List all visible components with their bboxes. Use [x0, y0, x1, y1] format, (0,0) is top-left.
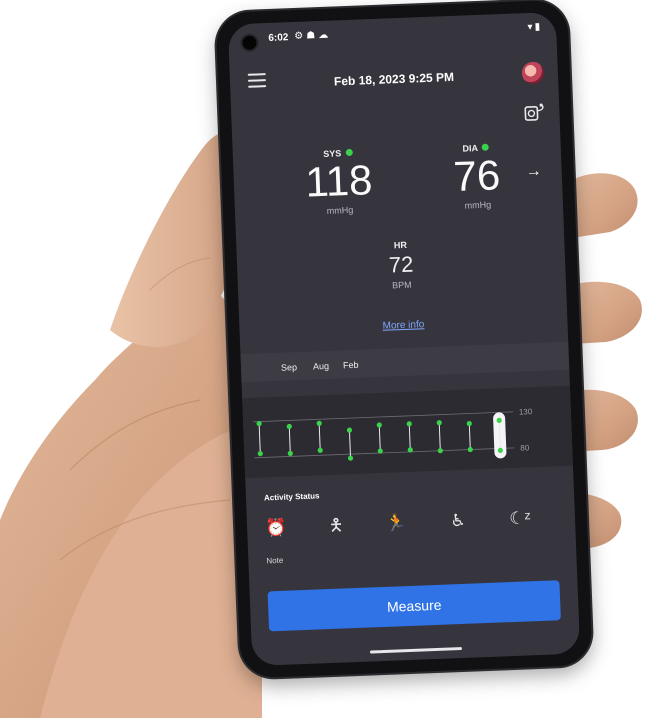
top-app-bar: Feb 18, 2023 9:25 PM — [229, 52, 558, 101]
blood-pressure-monitor-icon[interactable] — [523, 102, 548, 123]
measure-button[interactable]: Measure — [267, 580, 561, 632]
month-label[interactable]: Sep — [281, 362, 297, 373]
axis-label-130: 130 — [519, 407, 533, 417]
battery-icon: ▮ — [534, 21, 543, 33]
system-icons: ▾▮ — [527, 21, 542, 33]
diastolic-point — [317, 447, 323, 453]
standing-person-icon[interactable]: 🯅 — [321, 510, 352, 541]
measurement-datetime: Feb 18, 2023 9:25 PM — [333, 69, 455, 89]
systolic-point — [376, 422, 382, 428]
history-chart: 130 80 — [242, 385, 573, 479]
diastolic-point — [437, 448, 443, 454]
cloud-icon: ☁ — [318, 29, 332, 42]
photo-scene: 6:02 ⚙☗☁ ▾▮ Feb 18, 2023 9:25 PM SYS 118… — [0, 0, 654, 718]
reading-range-line — [468, 423, 471, 450]
more-info-link[interactable]: More info — [239, 314, 567, 338]
sitting-person-icon[interactable]: ♿ — [442, 505, 473, 536]
systolic-point — [466, 420, 472, 427]
running-person-icon[interactable]: 🏃 — [381, 508, 412, 539]
front-camera — [240, 33, 259, 53]
systolic-point — [406, 421, 412, 427]
history-chart-svg: 130 80 — [253, 407, 533, 461]
finger-2 — [572, 281, 642, 344]
diastolic-value: 76 — [452, 151, 502, 200]
arrow-right-icon[interactable]: → — [525, 163, 542, 182]
status-time: 6:02 — [268, 32, 289, 44]
reading-range-line — [408, 423, 411, 450]
alarm-clock-icon[interactable]: ⏰ — [261, 512, 292, 543]
activity-status-title: Activity Status — [263, 491, 320, 503]
systolic-reading: SYS 118 mmHg — [283, 146, 395, 217]
diastolic-reading: DIA 76 mmHg — [421, 141, 533, 212]
reading-range-line — [318, 423, 321, 451]
systolic-point — [346, 427, 353, 433]
status-dot — [345, 148, 353, 157]
diastolic-point — [347, 455, 354, 461]
status-bar: 6:02 ⚙☗☁ ▾▮ — [268, 21, 542, 48]
month-label[interactable]: Feb — [343, 360, 359, 371]
reading-range-line — [438, 422, 441, 451]
activity-status-icons: ⏰ 🯅 🏃 ♿ ☾ᶻ — [255, 502, 568, 544]
home-indicator[interactable] — [369, 647, 462, 654]
reading-range-line — [288, 426, 291, 454]
notification-icons: ⚙☗☁ — [294, 30, 331, 42]
systolic-unit: mmHg — [326, 204, 354, 216]
systolic-point — [316, 420, 322, 426]
status-dot — [481, 143, 490, 151]
note-label[interactable]: Note — [266, 556, 283, 566]
phone-screen: 6:02 ⚙☗☁ ▾▮ Feb 18, 2023 9:25 PM SYS 118… — [227, 11, 581, 667]
axis-label-80: 80 — [520, 443, 530, 452]
finger-1 — [572, 173, 638, 238]
diastolic-point — [257, 451, 263, 457]
heart-rate-reading: HR 72 BPM — [236, 234, 566, 297]
reading-range-line — [378, 424, 381, 452]
month-label[interactable]: Aug — [313, 361, 329, 372]
diastolic-point — [467, 446, 473, 453]
reference-line-130 — [253, 411, 513, 423]
diastolic-unit: mmHg — [464, 199, 492, 211]
reference-line-80 — [254, 447, 515, 459]
diastolic-point — [287, 450, 293, 457]
sleeping-moon-icon[interactable]: ☾ᶻ — [504, 503, 535, 534]
reading-range-line — [258, 423, 261, 454]
gear-icon: ⚙ — [294, 30, 307, 42]
systolic-point — [286, 423, 292, 430]
history-month-strip: Sep Aug Feb — [240, 341, 570, 383]
systolic-point — [436, 420, 442, 426]
phone: 6:02 ⚙☗☁ ▾▮ Feb 18, 2023 9:25 PM SYS 118… — [215, 0, 593, 679]
android-icon: ☗ — [306, 30, 319, 42]
user-avatar[interactable] — [521, 61, 545, 85]
systolic-value: 118 — [304, 156, 374, 206]
